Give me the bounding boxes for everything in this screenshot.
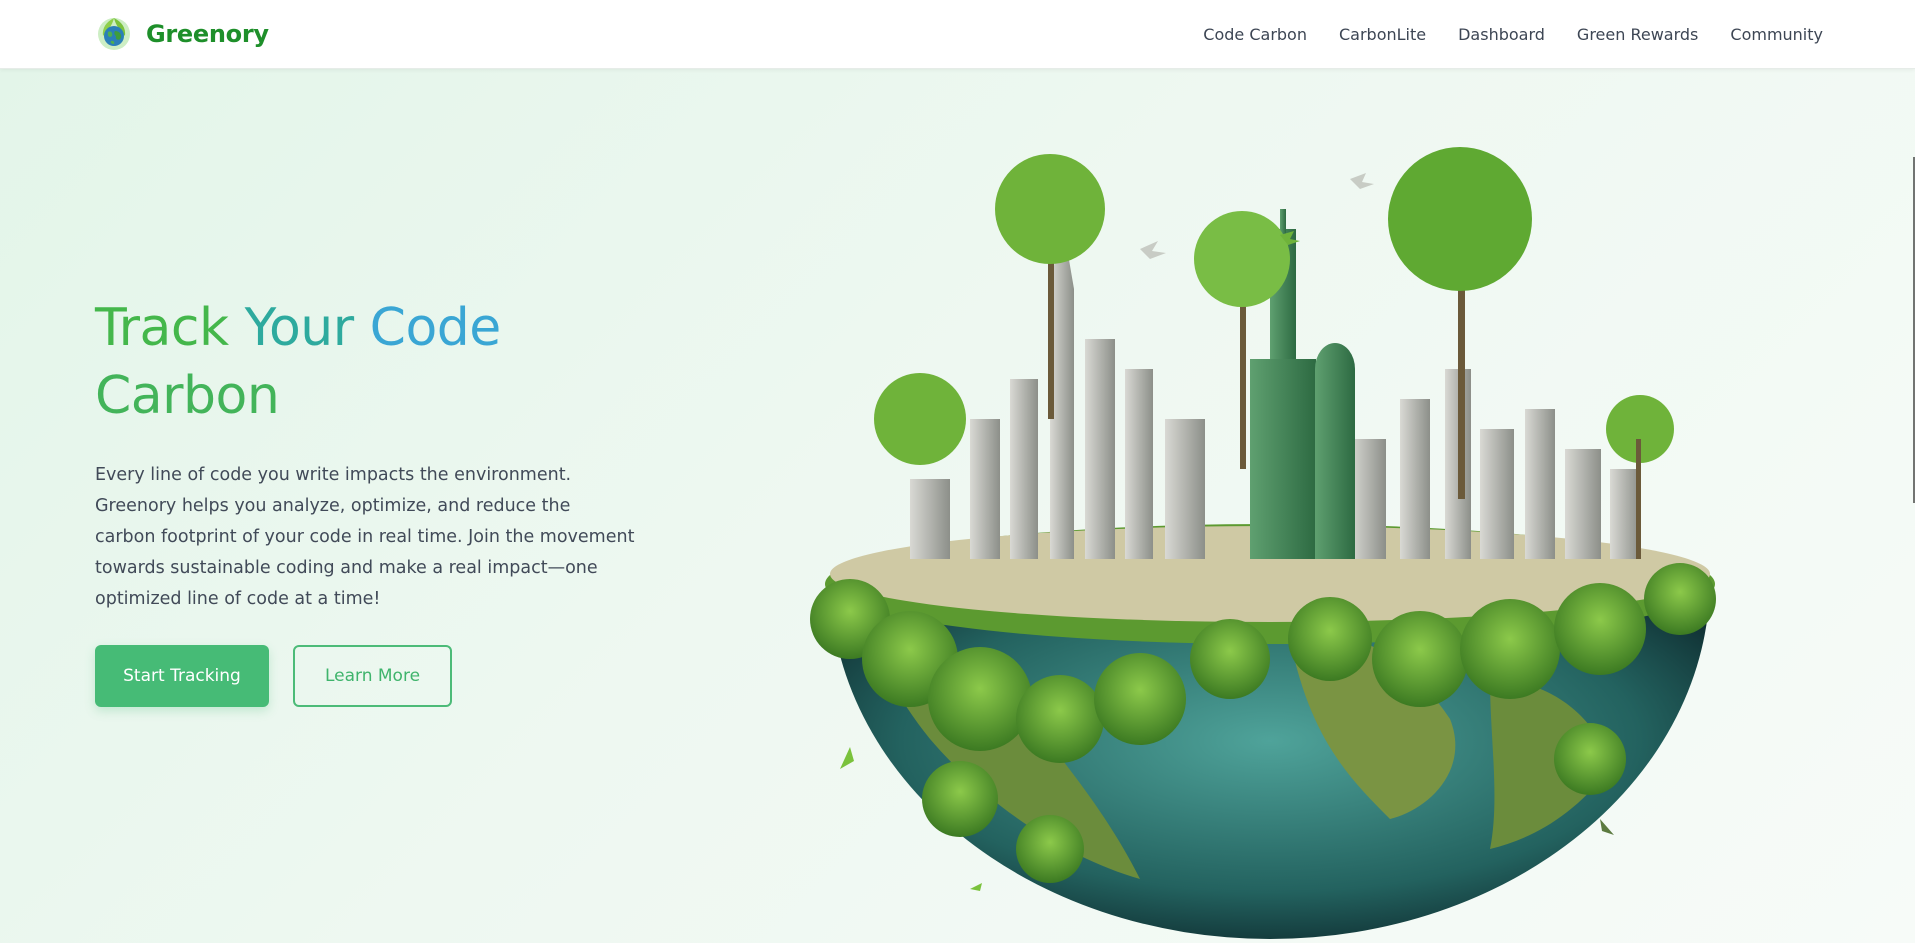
nav-link-carbonlite[interactable]: CarbonLite [1339,25,1426,44]
start-tracking-button[interactable]: Start Tracking [95,645,269,707]
hero-text-block: Track Your Code Carbon Every line of cod… [95,294,655,707]
hero-actions: Start Tracking Learn More [95,645,655,707]
top-navbar: Greenory Code Carbon CarbonLite Dashboar… [0,0,1915,69]
hero-title: Track Your Code Carbon [95,294,655,430]
green-city-earth-illustration [810,147,1716,939]
learn-more-button[interactable]: Learn More [293,645,452,707]
nav-link-green-rewards[interactable]: Green Rewards [1577,25,1698,44]
nav-link-code-carbon[interactable]: Code Carbon [1203,25,1307,44]
brand-logo-link[interactable]: Greenory [96,16,269,52]
hero-title-word: Code [369,298,502,358]
hero-title-word: Your [244,298,355,358]
brand-name: Greenory [146,20,269,48]
nav-link-community[interactable]: Community [1730,25,1823,44]
hero-section: Track Your Code Carbon Every line of cod… [0,69,1915,943]
earth-globe-leaf-icon [98,18,130,50]
nav-links: Code Carbon CarbonLite Dashboard Green R… [1203,0,1823,69]
nav-link-dashboard[interactable]: Dashboard [1458,25,1545,44]
hero-title-word: Track [95,298,229,358]
hero-description: Every line of code you write impacts the… [95,465,635,609]
hero-title-word: Carbon [95,366,280,426]
